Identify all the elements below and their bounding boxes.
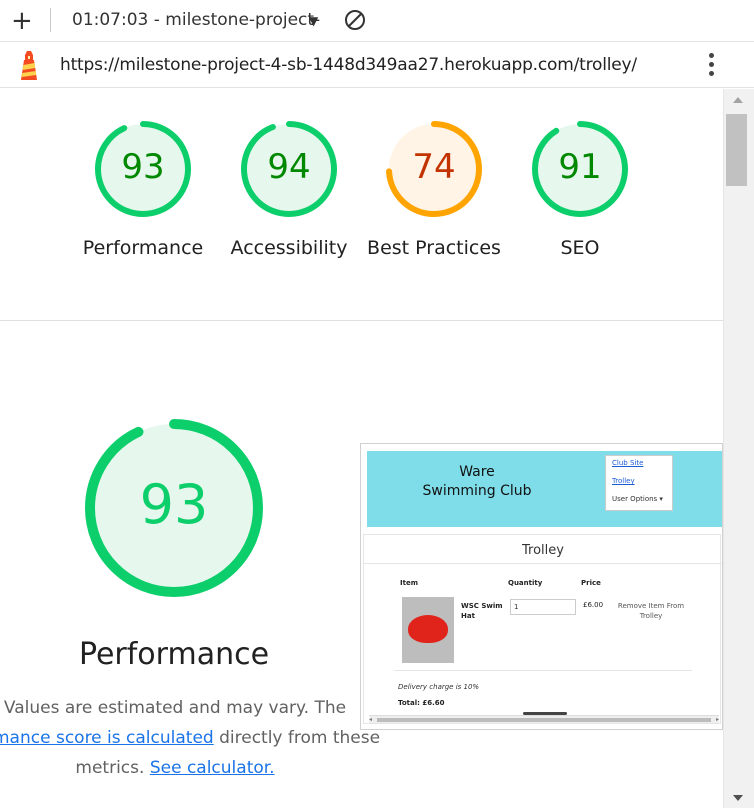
performance-heading: Performance bbox=[78, 637, 270, 672]
report-content: 93 Performance 94 Accessibility 74 Best Pract… bbox=[0, 89, 723, 808]
trolley-link: Trolley bbox=[612, 477, 635, 485]
section-divider bbox=[0, 320, 723, 321]
site-header: Ware Swimming Club Club Site Trolley Use… bbox=[367, 451, 722, 527]
thumbnail-scrollbar: ◂ ▸ bbox=[369, 715, 719, 723]
site-menu: Club Site Trolley User Options ▾ bbox=[605, 455, 673, 511]
page-screenshot-thumbnail[interactable]: Ware Swimming Club Club Site Trolley Use… bbox=[360, 443, 723, 730]
seo-score: 91 bbox=[558, 147, 602, 187]
col-item: Item bbox=[400, 579, 418, 587]
best-practices-label: Best Practices bbox=[367, 237, 501, 259]
vertical-scrollbar[interactable] bbox=[723, 89, 754, 808]
score-description: Values are estimated and may vary. The f… bbox=[0, 693, 390, 783]
brand-line-2: Swimming Club bbox=[422, 483, 532, 499]
description-text-2: directly from these bbox=[213, 728, 381, 748]
performance-score: 93 bbox=[121, 147, 165, 187]
card-divider bbox=[364, 563, 722, 564]
site-brand: Ware Swimming Club bbox=[407, 463, 547, 501]
remove-item-link: Remove Item From Trolley bbox=[617, 602, 685, 620]
quantity-input: 1 bbox=[510, 599, 576, 615]
kebab-menu-icon[interactable] bbox=[706, 53, 716, 79]
performance-score-gauge[interactable]: 93 Performance bbox=[73, 119, 213, 263]
accessibility-score: 94 bbox=[267, 147, 311, 187]
browser-toolbar: + 01:07:03 - milestone-project- ▼ bbox=[0, 0, 754, 42]
toolbar-separator bbox=[50, 8, 51, 32]
score-calculated-link[interactable]: formance score is calculated bbox=[0, 728, 214, 748]
brand-line-1: Ware bbox=[459, 464, 495, 480]
url-field[interactable]: https://milestone-project-4-sb-1448d349a… bbox=[60, 55, 637, 75]
scroll-down-arrow-icon[interactable] bbox=[733, 795, 743, 801]
performance-label: Performance bbox=[82, 237, 204, 259]
scroll-up-arrow-icon[interactable] bbox=[733, 97, 743, 103]
user-options-menu: User Options ▾ bbox=[612, 495, 663, 503]
item-name: WSC Swim Hat bbox=[461, 602, 503, 620]
seo-score-gauge[interactable]: 91 SEO bbox=[510, 119, 650, 263]
col-price: Price bbox=[581, 579, 601, 587]
address-bar: https://milestone-project-4-sb-1448d349a… bbox=[0, 42, 754, 88]
performance-score-large: 93 bbox=[139, 473, 209, 536]
club-site-link: Club Site bbox=[612, 459, 644, 467]
delivery-note: Delivery charge is 10% bbox=[398, 683, 480, 691]
block-icon[interactable] bbox=[344, 9, 366, 36]
scrollbar-thumb[interactable] bbox=[726, 114, 747, 186]
swim-hat-image bbox=[402, 597, 454, 663]
trolley-title: Trolley bbox=[522, 543, 564, 558]
description-text-3: metrics. bbox=[75, 758, 150, 778]
accessibility-score-gauge[interactable]: 94 Accessibility bbox=[219, 119, 359, 263]
item-price: £6.00 bbox=[583, 601, 604, 609]
col-quantity: Quantity bbox=[508, 579, 543, 587]
best-practices-score: 74 bbox=[412, 147, 456, 187]
seo-label: SEO bbox=[560, 237, 600, 259]
caret-down-icon[interactable]: ▼ bbox=[309, 14, 318, 28]
row-divider bbox=[394, 670, 692, 671]
trolley-total: Total: £6.60 bbox=[398, 699, 445, 707]
trolley-card: Trolley Item Quantity Price WSC Swim Hat… bbox=[363, 534, 722, 724]
lighthouse-icon bbox=[16, 49, 42, 88]
see-calculator-link[interactable]: See calculator. bbox=[150, 758, 275, 778]
best-practices-score-gauge[interactable]: 74 Best Practices bbox=[364, 119, 504, 263]
tab-title[interactable]: 01:07:03 - milestone-project- bbox=[72, 10, 320, 30]
accessibility-label: Accessibility bbox=[230, 237, 348, 259]
plus-icon[interactable]: + bbox=[11, 8, 33, 34]
description-text-1: Values are estimated and may vary. The bbox=[3, 698, 347, 718]
